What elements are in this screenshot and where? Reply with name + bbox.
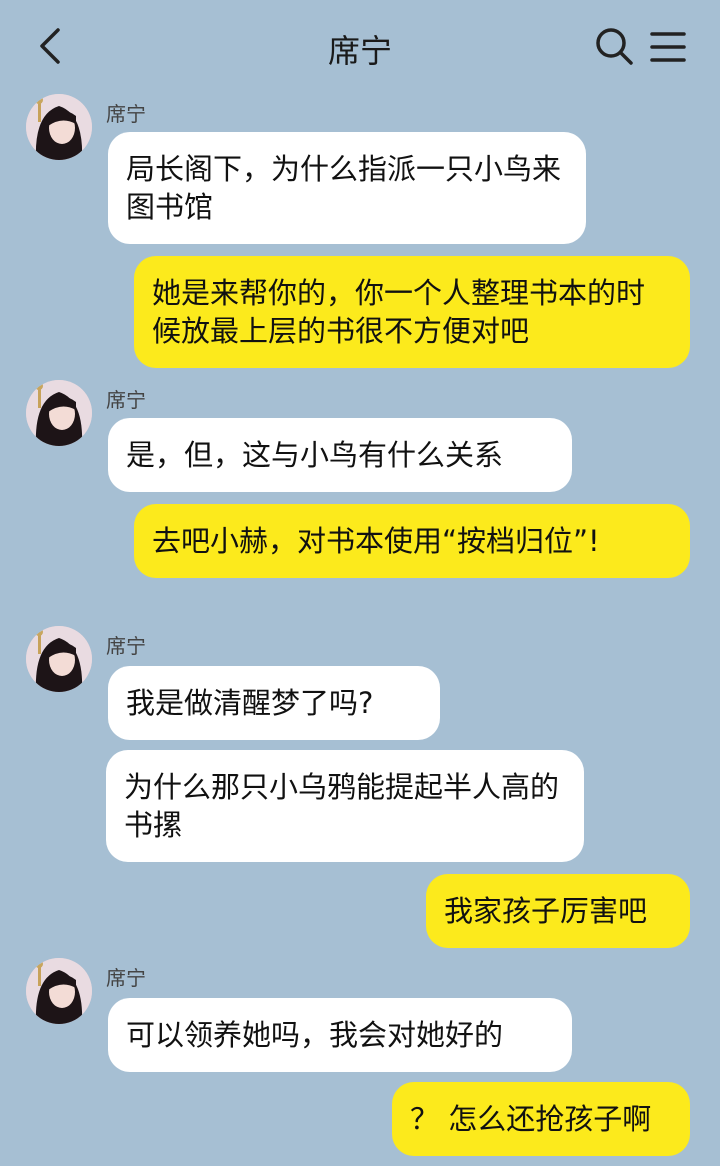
sender-name: 席宁	[106, 102, 146, 126]
incoming-message-bubble[interactable]: 可以领养她吗，我会对她好的	[108, 998, 572, 1072]
sender-name: 席宁	[106, 388, 146, 412]
incoming-message-bubble[interactable]: 我是做清醒梦了吗?	[108, 666, 440, 740]
incoming-message-bubble[interactable]: 局长阁下，为什么指派一只小鸟来图书馆	[108, 132, 586, 244]
outgoing-message-bubble[interactable]: ？ 怎么还抢孩子啊	[392, 1082, 690, 1156]
avatar[interactable]	[26, 94, 92, 160]
outgoing-message-bubble[interactable]: 她是来帮你的，你一个人整理书本的时候放最上层的书很不方便对吧	[134, 256, 690, 368]
incoming-message-bubble[interactable]: 是，但，这与小鸟有什么关系	[108, 418, 572, 492]
avatar[interactable]	[26, 958, 92, 1024]
avatar[interactable]	[26, 626, 92, 692]
search-icon	[596, 28, 633, 65]
sender-name: 席宁	[106, 634, 146, 658]
menu-button[interactable]	[650, 30, 686, 64]
outgoing-message-bubble[interactable]: 去吧小赫，对书本使用“按档归位”!	[134, 504, 690, 578]
avatar[interactable]	[26, 380, 92, 446]
incoming-message-bubble[interactable]: 为什么那只小乌鸦能提起半人高的书摞	[106, 750, 584, 862]
sender-name: 席宁	[106, 966, 146, 990]
outgoing-message-bubble[interactable]: 我家孩子厉害吧	[426, 874, 690, 948]
hamburger-menu-icon	[650, 32, 686, 62]
chat-header: 席宁	[0, 0, 720, 92]
search-button[interactable]	[594, 26, 634, 66]
